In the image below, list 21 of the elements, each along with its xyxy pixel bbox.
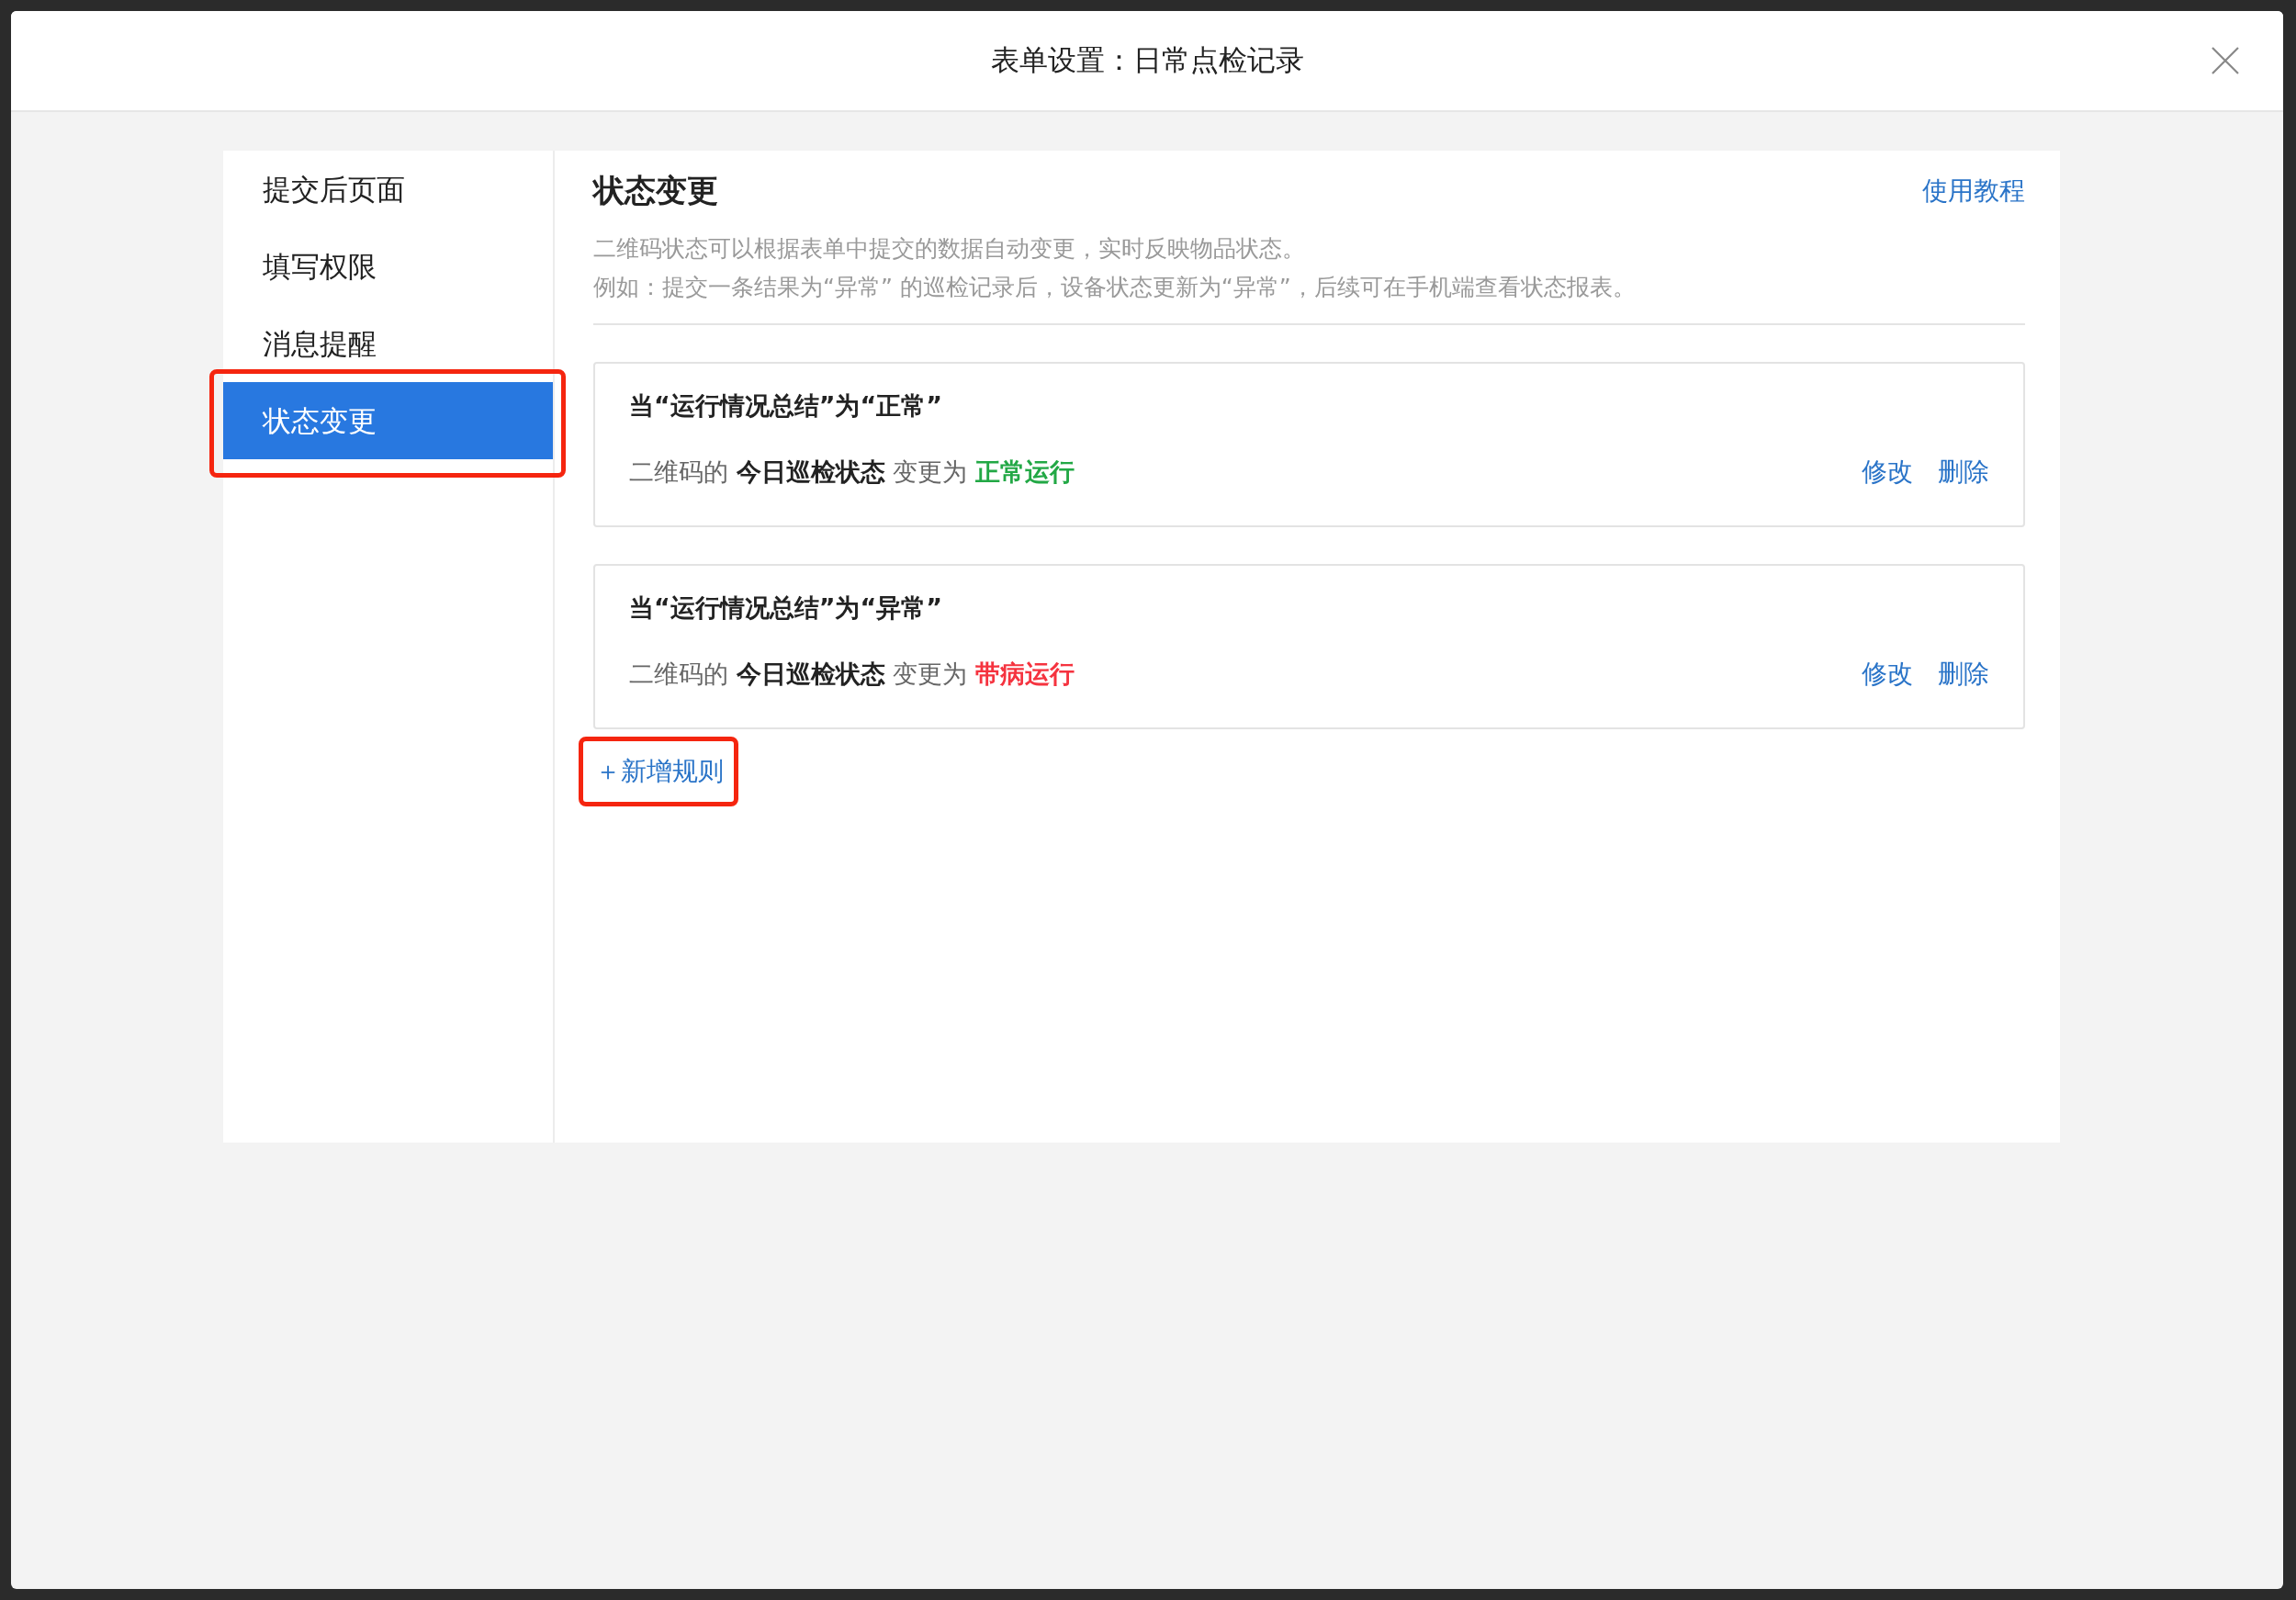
rule-action-link[interactable]: 删除	[1938, 656, 1989, 693]
rule-condition: 当“运行情况总结”为“异常”	[629, 592, 943, 624]
rule-action-link[interactable]: 修改	[1862, 656, 1913, 693]
sidebar-item[interactable]: 提交后页面	[223, 151, 553, 228]
section-title: 状态变更	[593, 171, 718, 210]
description-text: 二维码状态可以根据表单中提交的数据自动变更，实时反映物品状态。	[593, 234, 1306, 264]
sidebar-item[interactable]: 填写权限	[223, 228, 553, 305]
status-value: 正常运行	[975, 456, 1075, 488]
rule-action-text: 二维码的 今日巡检状态 变更为	[629, 659, 968, 690]
close-icon[interactable]	[2212, 47, 2239, 74]
tutorial-link[interactable]: 使用教程	[1922, 174, 2025, 208]
rule-action-link[interactable]: 修改	[1862, 454, 1913, 490]
window-title: 表单设置：日常点检记录	[990, 42, 1304, 78]
rule-action-link[interactable]: 删除	[1938, 454, 1989, 490]
rule-condition: 当“运行情况总结”为“正常”	[629, 390, 943, 422]
sidebar-item[interactable]: 状态变更	[223, 382, 553, 459]
rule-action-text: 二维码的 今日巡检状态 变更为	[629, 456, 968, 488]
sidebar-item[interactable]: 消息提醒	[223, 305, 553, 382]
add-rule-link[interactable]: ＋新增规则	[595, 756, 724, 786]
description-text: 例如：提交一条结果为“异常” 的巡检记录后，设备状态更新为“异常”，后续可在手机端查看状态报表。	[593, 273, 1637, 302]
status-value: 带病运行	[975, 659, 1075, 690]
